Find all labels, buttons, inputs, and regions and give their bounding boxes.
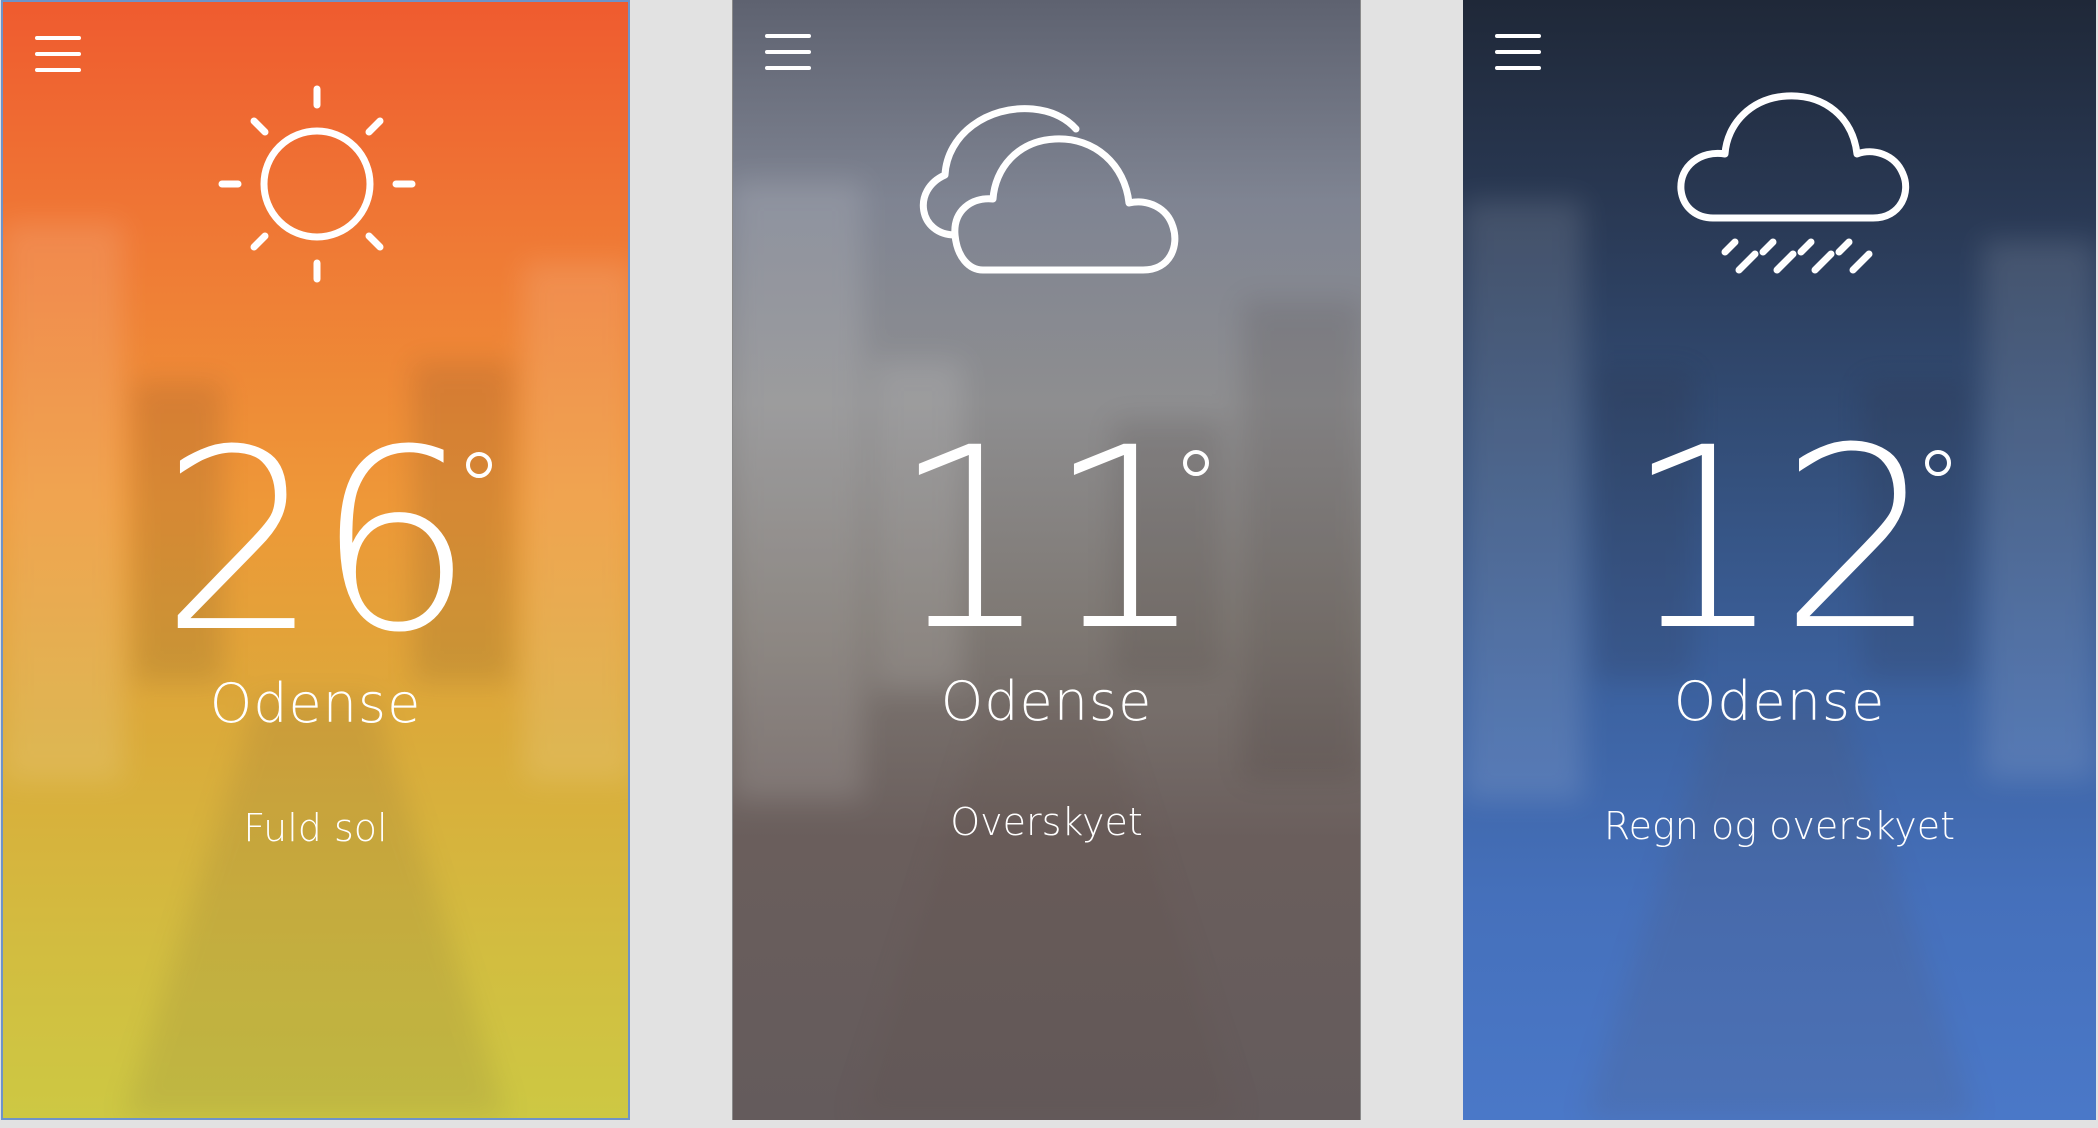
- temperature-value: 26: [160, 396, 474, 687]
- weather-condition: Overskyet: [950, 800, 1143, 844]
- degree-symbol: [1925, 450, 1951, 476]
- weather-screen-sunny: 26 Odense Fuld sol: [1, 0, 630, 1120]
- hamburger-menu-icon[interactable]: [35, 34, 81, 74]
- weather-condition: Fuld sol: [243, 806, 388, 850]
- mockup-canvas: 26 Odense Fuld sol 11 Odense Overskyet 1…: [0, 0, 2098, 1128]
- hamburger-menu-icon[interactable]: [765, 32, 811, 72]
- temperature-value: 12: [1624, 394, 1938, 685]
- city-name: Odense: [940, 670, 1153, 733]
- hamburger-menu-icon[interactable]: [1495, 32, 1541, 72]
- weather-screen-rainy: 12 Odense Regn og overskyet: [1463, 0, 2096, 1120]
- rain-cloud-icon: [1677, 92, 1910, 274]
- temperature-display: 12: [1463, 415, 2096, 665]
- degree-symbol: [1183, 450, 1209, 476]
- weather-condition: Regn og overskyet: [1603, 804, 1956, 848]
- city-name: Odense: [1673, 670, 1886, 733]
- weather-screen-cloudy: 11 Odense Overskyet: [732, 0, 1361, 1120]
- sun-icon: [218, 85, 416, 283]
- city-name: Odense: [209, 672, 422, 735]
- temperature-value: 11: [891, 394, 1205, 685]
- cloud-icon: [919, 105, 1179, 274]
- temperature-display: 11: [733, 415, 1360, 665]
- temperature-display: 26: [3, 417, 628, 667]
- degree-symbol: [466, 452, 492, 478]
